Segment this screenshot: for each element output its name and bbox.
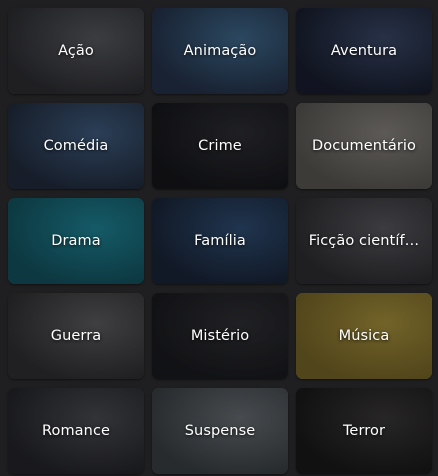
genre-tile-acao[interactable]: Ação — [8, 8, 144, 94]
genre-label: Família — [194, 233, 246, 249]
genre-label: Animação — [183, 43, 257, 59]
genre-tile-comedia[interactable]: Comédia — [8, 103, 144, 189]
genre-tile-misterio[interactable]: Mistério — [152, 293, 288, 379]
genre-tile-suspense[interactable]: Suspense — [152, 388, 288, 474]
genre-label: Documentário — [311, 138, 417, 154]
genre-label: Romance — [41, 423, 111, 439]
genre-label: Crime — [198, 138, 242, 154]
genre-tile-aventura[interactable]: Aventura — [296, 8, 432, 94]
genre-label: Aventura — [330, 43, 398, 59]
genre-label: Guerra — [50, 328, 102, 344]
genre-tile-guerra[interactable]: Guerra — [8, 293, 144, 379]
genre-tile-terror[interactable]: Terror — [296, 388, 432, 474]
genre-tile-ficcao-cientifica[interactable]: Ficção científ… — [296, 198, 432, 284]
genre-label: Música — [338, 328, 390, 344]
genre-tile-crime[interactable]: Crime — [152, 103, 288, 189]
genre-tile-documentario[interactable]: Documentário — [296, 103, 432, 189]
genre-tile-musica[interactable]: Música — [296, 293, 432, 379]
genre-label: Ficção científ… — [308, 233, 420, 249]
genre-label: Terror — [342, 423, 386, 439]
genre-tile-drama[interactable]: Drama — [8, 198, 144, 284]
genre-label: Drama — [51, 233, 101, 249]
genre-tile-romance[interactable]: Romance — [8, 388, 144, 474]
genre-tile-familia[interactable]: Família — [152, 198, 288, 284]
genre-label: Mistério — [190, 328, 250, 344]
genre-tile-animacao[interactable]: Animação — [152, 8, 288, 94]
genre-label: Ação — [58, 43, 94, 59]
genre-label: Suspense — [184, 423, 256, 439]
genre-grid: Ação Animação Aventura Comédia Crime Doc… — [8, 8, 432, 474]
genre-label: Comédia — [43, 138, 109, 154]
